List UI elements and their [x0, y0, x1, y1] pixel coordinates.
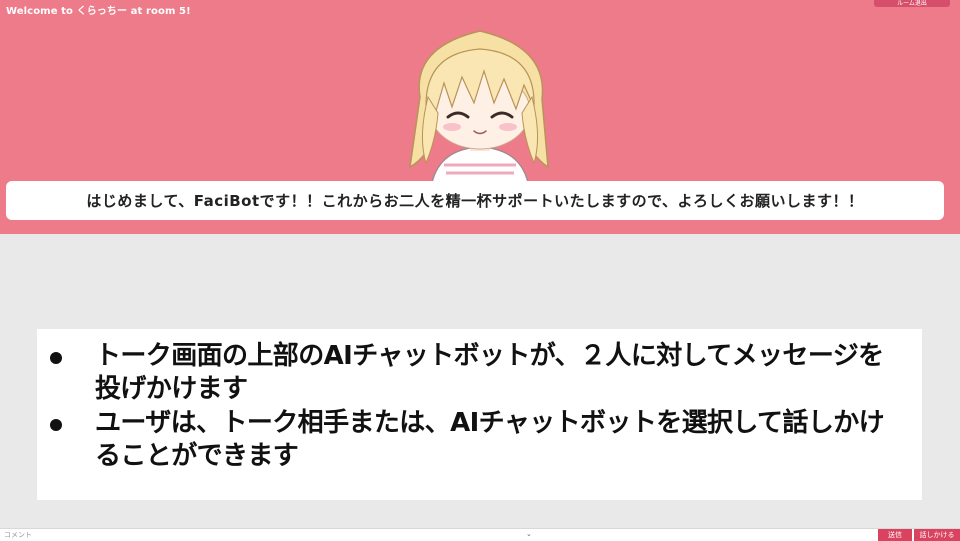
explanation-list: トーク画面の上部のAIチャットボットが、２人に対してメッセージを投げかけます ユ… [37, 329, 922, 473]
talk-to-button[interactable]: 話しかける [914, 529, 960, 541]
room-title: Welcome to くらっちー at room 5! [6, 6, 191, 17]
message-composer: ⌄ 送信 話しかける [0, 528, 960, 541]
bullet-icon [50, 419, 62, 431]
explanation-item: ユーザは、トーク相手または、AIチャットボットを選択して話しかけることができます [50, 407, 902, 473]
explanation-box: トーク画面の上部のAIチャットボットが、２人に対してメッセージを投げかけます ユ… [37, 329, 922, 500]
send-button[interactable]: 送信 [878, 529, 912, 541]
chevron-down-icon[interactable]: ⌄ [526, 530, 532, 538]
smiling-anime-girl-avatar-icon [409, 30, 549, 183]
comment-input[interactable] [0, 529, 880, 541]
bot-message-bubble: はじめまして、FaciBotです！！これからお二人を精一杯サポートいたしますので… [6, 181, 944, 220]
leave-room-button[interactable]: ルーム退出 [874, 0, 950, 7]
explanation-text: トーク画面の上部のAIチャットボットが、２人に対してメッセージを投げかけます [95, 341, 884, 404]
bullet-icon [50, 352, 62, 364]
explanation-item: トーク画面の上部のAIチャットボットが、２人に対してメッセージを投げかけます [50, 340, 902, 406]
chat-header: Welcome to くらっちー at room 5! ルーム退出 はじめまして… [0, 0, 960, 234]
explanation-text: ユーザは、トーク相手または、AIチャットボットを選択して話しかけることができます [95, 408, 885, 471]
